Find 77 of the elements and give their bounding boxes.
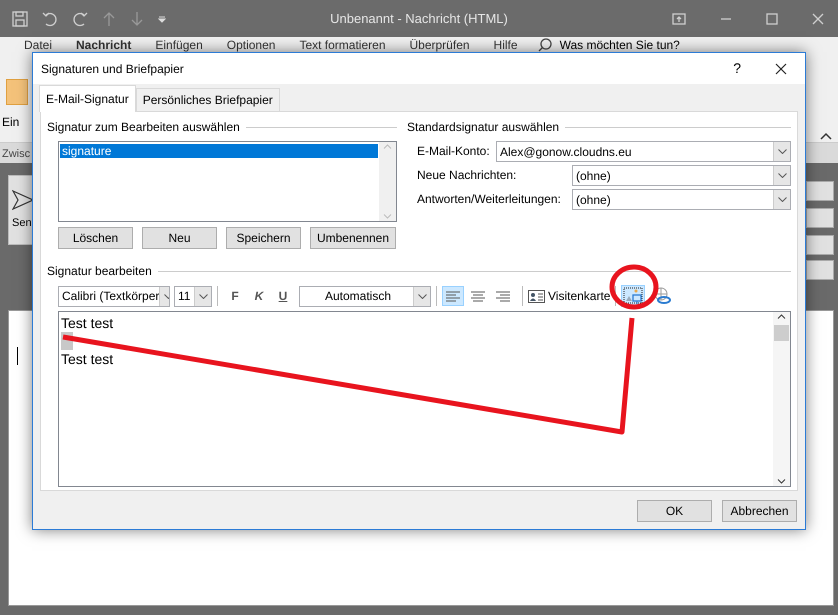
- dropdown-field[interactable]: (ohne): [572, 165, 791, 186]
- ribbon-tab[interactable]: Einfügen: [143, 38, 215, 52]
- field-button[interactable]: [806, 260, 834, 280]
- ribbon-display-icon[interactable]: [672, 12, 686, 24]
- ribbon-tab[interactable]: Überprüfen: [398, 38, 482, 52]
- tab[interactable]: Persönliches Briefpapier: [136, 88, 280, 111]
- down-arrow-icon[interactable]: [130, 10, 144, 26]
- color-dropdown[interactable]: Automatisch: [299, 286, 431, 306]
- dialog-button[interactable]: OK: [637, 500, 712, 522]
- bold-button[interactable]: F: [223, 287, 247, 305]
- field-label: Neue Nachrichten:: [417, 167, 518, 184]
- field-button[interactable]: [806, 181, 834, 201]
- field-label: Antworten/Weiterleitungen:: [417, 191, 562, 208]
- ribbon-tab[interactable]: Text formatieren: [287, 38, 398, 52]
- contact-card-icon: [528, 290, 545, 302]
- section-heading: Standardsignatur auswählen: [407, 119, 560, 136]
- scrollbar[interactable]: [379, 142, 396, 221]
- ribbon-tab[interactable]: Optionen: [214, 38, 288, 52]
- tell-me-field[interactable]: Was möchten Sie tun?: [560, 38, 680, 52]
- align-center-icon: [469, 290, 487, 302]
- save-icon[interactable]: [12, 10, 28, 26]
- underline-button[interactable]: U: [271, 287, 295, 305]
- close-icon[interactable]: [775, 62, 787, 74]
- scrollbar[interactable]: [773, 312, 790, 486]
- dialog-button[interactable]: Abbrechen: [722, 500, 797, 522]
- group-label: Zwisc: [2, 148, 30, 160]
- business-card-button[interactable]: Visitenkarte: [528, 287, 610, 305]
- scroll-down-icon: [383, 214, 392, 219]
- scroll-up-icon: [383, 144, 392, 149]
- dialog-button[interactable]: Speichern: [226, 227, 301, 249]
- caret-icon: [418, 294, 426, 298]
- collapse-ribbon-icon[interactable]: [820, 132, 832, 140]
- size-dropdown[interactable]: 11: [174, 286, 212, 306]
- editor-text: Test test: [61, 350, 114, 368]
- ribbon-button-label[interactable]: Ein: [2, 113, 20, 131]
- section-heading: Signatur zum Bearbeiten auswählen: [47, 119, 240, 136]
- ribbon-tab[interactable]: Hilfe: [482, 38, 530, 52]
- signature-list[interactable]: signature: [58, 141, 397, 222]
- tab[interactable]: E-Mail-Signatur: [39, 85, 136, 112]
- send-icon: [12, 188, 34, 211]
- ribbon-button-icon[interactable]: [6, 79, 28, 105]
- caret-icon: [778, 197, 786, 202]
- italic-button[interactable]: K: [247, 287, 271, 305]
- redo-icon[interactable]: [72, 10, 88, 26]
- align-right-icon: [494, 290, 512, 302]
- caret-icon: [198, 294, 208, 298]
- caret-icon: [778, 149, 786, 154]
- help-button[interactable]: ?: [733, 58, 741, 79]
- dialog-button[interactable]: Neu: [142, 227, 217, 249]
- dialog-title: Signaturen und Briefpapier: [41, 60, 184, 78]
- field-label: E-Mail-Konto:: [417, 143, 491, 160]
- search-icon[interactable]: [538, 38, 552, 52]
- maximize-icon[interactable]: [766, 12, 778, 24]
- scroll-down-icon: [777, 479, 786, 484]
- ribbon-tab[interactable]: Datei: [12, 38, 64, 52]
- field-button[interactable]: [806, 235, 834, 255]
- scroll-up-icon: [777, 314, 786, 319]
- align-left-button[interactable]: [442, 286, 464, 306]
- undo-icon[interactable]: [42, 10, 58, 26]
- picture-icon: [623, 287, 644, 305]
- dialog-button[interactable]: Löschen: [58, 227, 133, 249]
- section-heading: Signatur bearbeiten: [47, 263, 152, 280]
- customize-icon[interactable]: [158, 14, 166, 22]
- ribbon-tab[interactable]: Nachricht: [64, 38, 144, 52]
- dialog-button[interactable]: Umbenennen: [310, 227, 396, 249]
- dropdown-field[interactable]: (ohne): [572, 189, 791, 210]
- window-title: Unbenannt - Nachricht (HTML): [330, 10, 508, 26]
- caret-icon: [778, 173, 786, 178]
- scroll-thumb[interactable]: [774, 325, 789, 341]
- font-dropdown[interactable]: Calibri (Textkörper: [58, 286, 170, 306]
- dropdown-field[interactable]: Alex@gonow.cloudns.eu: [496, 141, 791, 162]
- up-arrow-icon[interactable]: [102, 10, 116, 26]
- field-button[interactable]: [806, 208, 834, 228]
- text-cursor: [17, 347, 18, 365]
- editor-text: Test test: [61, 314, 114, 332]
- list-item[interactable]: signature: [60, 144, 378, 158]
- align-left-icon: [444, 290, 462, 302]
